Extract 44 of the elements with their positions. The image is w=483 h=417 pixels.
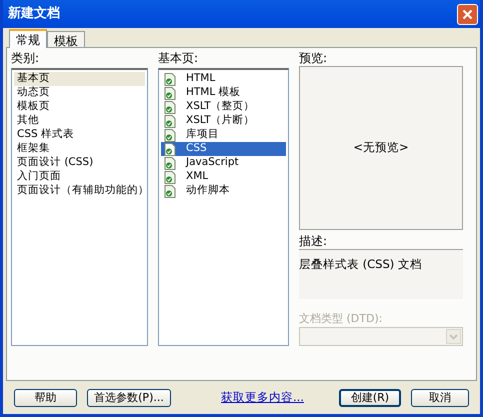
- preview-label: 预览:: [299, 50, 328, 66]
- document-icon: [164, 142, 176, 156]
- list-item[interactable]: 其他: [14, 114, 145, 128]
- close-icon: [462, 8, 473, 20]
- list-item[interactable]: 动作脚本: [161, 184, 286, 198]
- list-item[interactable]: HTML: [161, 72, 286, 86]
- create-button[interactable]: 创建(R): [339, 388, 401, 406]
- document-icon: [164, 156, 176, 170]
- description-text: 层叠样式表 (CSS) 文档: [299, 257, 422, 271]
- document-icon: [164, 100, 176, 114]
- list-item[interactable]: CSS 样式表: [14, 128, 145, 142]
- document-icon: [164, 114, 176, 128]
- list-item[interactable]: 入门页面: [14, 170, 145, 184]
- list-item[interactable]: 页面设计 (CSS): [14, 156, 145, 170]
- list-item[interactable]: 动态页: [14, 86, 145, 100]
- tab[interactable]: 常规: [9, 29, 47, 48]
- list-item[interactable]: 页面设计（有辅助功能的）: [14, 184, 145, 198]
- document-icon: [164, 72, 176, 86]
- document-icon: [164, 184, 176, 198]
- tab[interactable]: 模板: [47, 31, 85, 48]
- list-item[interactable]: 库项目: [161, 128, 286, 142]
- help-button[interactable]: 帮助: [14, 388, 77, 406]
- list-item[interactable]: HTML 模板: [161, 86, 286, 100]
- preview-text: <无预览>: [353, 139, 409, 156]
- preferences-button[interactable]: 首选参数(P)...: [87, 388, 171, 406]
- list-item[interactable]: XML: [161, 170, 286, 184]
- document-icon: [164, 128, 176, 142]
- document-icon: [164, 86, 176, 100]
- window-title: 新建文档: [8, 4, 60, 24]
- list-item[interactable]: CSS: [161, 142, 286, 156]
- list-item[interactable]: 模板页: [14, 100, 145, 114]
- list-item[interactable]: 框架集: [14, 142, 145, 156]
- cancel-button[interactable]: 取消: [411, 388, 469, 406]
- more-content-link[interactable]: 获取更多内容...: [221, 388, 304, 406]
- list-item[interactable]: 基本页: [14, 72, 145, 86]
- list-item[interactable]: XSLT（片断）: [161, 114, 286, 128]
- dtd-label: 文档类型 (DTD):: [299, 311, 384, 327]
- document-icon: [164, 170, 176, 184]
- description-label: 描述:: [299, 233, 328, 249]
- list-item[interactable]: JavaScript: [161, 156, 286, 170]
- close-button[interactable]: [457, 4, 478, 24]
- list-label: 类别:: [11, 50, 40, 66]
- list-label: 基本页:: [158, 50, 200, 66]
- list-item[interactable]: XSLT（整页）: [161, 100, 286, 114]
